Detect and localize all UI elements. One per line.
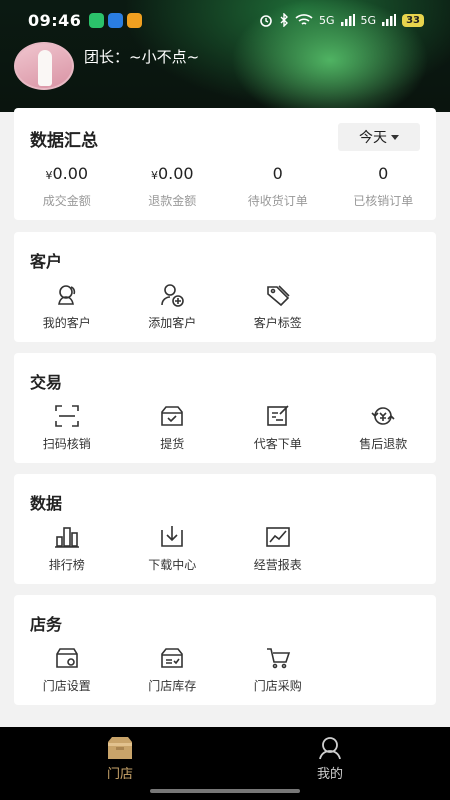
date-filter-value: 今天 xyxy=(359,130,387,146)
grid-label: 门店库存 xyxy=(148,679,197,693)
grid-label: 门店采购 xyxy=(253,679,302,693)
scan-verify-button[interactable]: 扫码核销 xyxy=(14,403,120,452)
summary-title: 数据汇总 xyxy=(30,131,98,151)
stat-verified-orders[interactable]: 0 已核销订单 xyxy=(331,164,437,209)
signal-label-2: 5G xyxy=(360,13,377,27)
alarm-icon xyxy=(260,15,272,27)
pickup-button[interactable]: 提货 xyxy=(120,403,226,452)
tab-label: 我的 xyxy=(316,767,343,782)
grid-label: 代客下单 xyxy=(253,437,302,451)
customer-tag-button[interactable]: 客户标签 xyxy=(225,282,331,331)
section-title: 店务 xyxy=(30,615,63,634)
proxy-order-icon xyxy=(265,403,291,429)
pickup-icon xyxy=(159,403,185,429)
ranking-icon xyxy=(54,524,80,550)
stat-deal-amount[interactable]: ¥0.00 成交金额 xyxy=(14,164,120,209)
currency-symbol: ¥ xyxy=(150,169,158,182)
store-settings-button[interactable]: 门店设置 xyxy=(14,645,120,694)
ranking-button[interactable]: 排行榜 xyxy=(14,524,120,573)
my-customers-icon xyxy=(54,282,80,308)
grid-label: 下载中心 xyxy=(148,558,197,572)
store-settings-icon xyxy=(54,645,80,671)
refund-button[interactable]: 售后退款 xyxy=(331,403,437,452)
summary-stats: ¥0.00 成交金额 ¥0.00 退款金额 0 待收货订单 0 已核销订单 xyxy=(14,164,436,209)
battery-indicator: 33 xyxy=(402,13,424,27)
grid-label: 添加客户 xyxy=(148,316,197,330)
stat-label: 待收货订单 xyxy=(247,194,308,208)
signal-label-1: 5G xyxy=(319,13,335,27)
business-report-button[interactable]: 经营报表 xyxy=(225,524,331,573)
add-customer-button[interactable]: 添加客户 xyxy=(120,282,226,331)
customers-section: 客户 我的客户 添加客户 客户标签 xyxy=(14,232,436,342)
status-indicators: 5G 5G 33 xyxy=(259,13,424,27)
download-icon xyxy=(159,524,185,550)
signal-icon xyxy=(340,14,355,26)
location-app-icon xyxy=(108,12,124,28)
avatar-figure xyxy=(38,50,52,86)
section-title: 交易 xyxy=(30,373,63,392)
grid-label: 客户标签 xyxy=(253,316,302,330)
add-customer-icon xyxy=(159,282,185,308)
wallet-app-icon xyxy=(127,12,143,28)
refund-icon xyxy=(370,403,396,429)
trade-section: 交易 扫码核销 提货 代客下单 售后退款 xyxy=(14,353,436,463)
scan-icon xyxy=(54,403,80,429)
stat-label: 退款金额 xyxy=(148,194,197,208)
signal-icon-2 xyxy=(382,14,397,26)
header-background: 09:46 5G 5G 33 团长：~小不点~ xyxy=(0,0,450,112)
grid-label: 售后退款 xyxy=(359,437,408,451)
grid-label: 提货 xyxy=(160,437,185,451)
leader-name: 团长：~小不点~ xyxy=(84,48,200,66)
bluetooth-icon xyxy=(280,13,289,27)
stat-value: 0 xyxy=(272,164,283,183)
grid-label: 经营报表 xyxy=(253,558,302,572)
status-time: 09:46 xyxy=(28,10,82,30)
stat-label: 已核销订单 xyxy=(353,194,414,208)
grid-label: 排行榜 xyxy=(48,558,85,572)
date-filter-dropdown[interactable]: 今天 xyxy=(338,123,420,151)
report-icon xyxy=(265,524,291,550)
section-title: 客户 xyxy=(30,252,63,271)
store-purchase-icon xyxy=(265,645,291,671)
customer-tag-icon xyxy=(265,282,291,308)
stat-label: 成交金额 xyxy=(42,194,91,208)
download-center-button[interactable]: 下载中心 xyxy=(120,524,226,573)
tab-store[interactable]: 门店 xyxy=(90,735,150,782)
grid-label: 扫码核销 xyxy=(42,437,91,451)
profile-icon xyxy=(319,737,341,760)
my-customers-button[interactable]: 我的客户 xyxy=(14,282,120,331)
stat-refund-amount[interactable]: ¥0.00 退款金额 xyxy=(120,164,226,209)
section-title: 数据 xyxy=(30,494,63,513)
store-icon xyxy=(108,737,132,759)
store-affairs-section: 店务 门店设置 门店库存 门店采购 xyxy=(14,595,436,705)
grid-label: 我的客户 xyxy=(42,316,91,330)
home-indicator[interactable] xyxy=(150,789,300,793)
store-purchase-button[interactable]: 门店采购 xyxy=(225,645,331,694)
status-app-icons xyxy=(89,12,143,28)
stat-value: 0.00 xyxy=(52,164,89,183)
wifi-icon xyxy=(295,14,313,25)
proxy-order-button[interactable]: 代客下单 xyxy=(225,403,331,452)
data-section: 数据 排行榜 下载中心 经营报表 xyxy=(14,474,436,584)
chevron-down-icon xyxy=(391,134,399,140)
stat-pending-receipt[interactable]: 0 待收货订单 xyxy=(225,164,331,209)
data-summary-card: 数据汇总 今天 ¥0.00 成交金额 ¥0.00 退款金额 0 待收货订单 0 … xyxy=(14,108,436,220)
avatar[interactable] xyxy=(14,42,74,90)
tab-profile[interactable]: 我的 xyxy=(300,735,360,782)
tab-label: 门店 xyxy=(106,767,133,782)
wechat-icon xyxy=(89,12,105,28)
stat-value: 0 xyxy=(378,164,389,183)
status-bar: 09:46 5G 5G 33 xyxy=(0,0,450,40)
stat-value: 0.00 xyxy=(157,164,194,183)
store-inventory-button[interactable]: 门店库存 xyxy=(120,645,226,694)
store-inventory-icon xyxy=(159,645,185,671)
grid-label: 门店设置 xyxy=(42,679,91,693)
